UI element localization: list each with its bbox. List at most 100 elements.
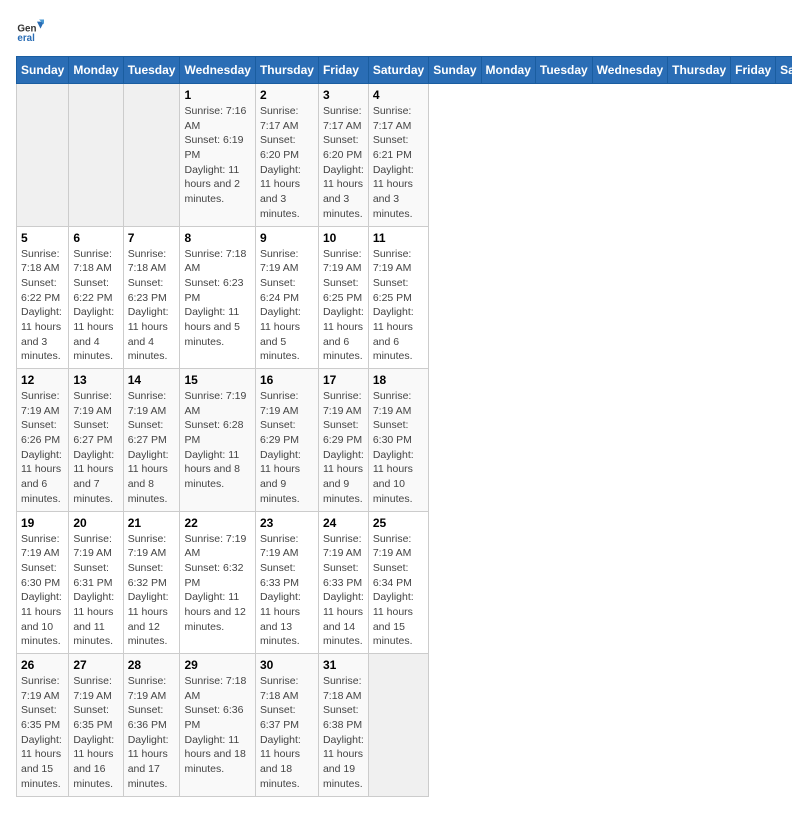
day-cell: 3Sunrise: 7:17 AMSunset: 6:20 PMDaylight… [318,84,368,227]
day-cell: 5 Sunrise: 7:18 AMSunset: 6:22 PMDaylight… [17,226,69,369]
day-info: Sunrise: 7:19 AMSunset: 6:27 PMDaylight:… [73,389,118,507]
day-info: Sunrise: 7:17 AMSunset: 6:21 PMDaylight:… [373,104,424,222]
day-info: Sunrise: 7:19 AMSunset: 6:25 PMDaylight:… [323,247,364,365]
day-cell: 15Sunrise: 7:19 AMSunset: 6:28 PMDayligh… [180,369,255,512]
day-cell: 17 Sunrise: 7:19 AMSunset: 6:29 PMDayligh… [318,369,368,512]
day-info: Sunrise: 7:18 AMSunset: 6:22 PMDaylight:… [73,247,118,365]
logo: Gen eral [16,16,48,44]
day-cell [17,84,69,227]
col-header-tuesday: Tuesday [535,57,592,84]
day-cell: 19Sunrise: 7:19 AMSunset: 6:30 PMDayligh… [17,511,69,654]
day-info: Sunrise: 7:19 AMSunset: 6:36 PMDaylight:… [128,674,176,792]
day-number: 16 [260,373,314,387]
col-header-monday: Monday [481,57,535,84]
day-cell: 1 Sunrise: 7:16 AMSunset: 6:19 PMDaylight… [180,84,255,227]
day-number: 25 [373,516,424,530]
day-cell: 6 Sunrise: 7:18 AMSunset: 6:22 PMDaylight… [69,226,123,369]
day-info: Sunrise: 7:19 AMSunset: 6:24 PMDaylight:… [260,247,314,365]
day-cell: 20 Sunrise: 7:19 AMSunset: 6:31 PMDayligh… [69,511,123,654]
day-number: 29 [184,658,250,672]
week-row-1: 1 Sunrise: 7:16 AMSunset: 6:19 PMDaylight… [17,84,792,227]
day-cell [368,654,428,797]
day-number: 24 [323,516,364,530]
day-cell: 25 Sunrise: 7:19 AMSunset: 6:34 PMDayligh… [368,511,428,654]
day-info: Sunrise: 7:19 AMSunset: 6:35 PMDaylight:… [21,674,64,792]
day-cell [123,84,180,227]
col-header-friday: Friday [731,57,776,84]
day-number: 23 [260,516,314,530]
day-number: 3 [323,88,364,102]
day-number: 31 [323,658,364,672]
day-number: 1 [184,88,250,102]
day-cell: 27 Sunrise: 7:19 AMSunset: 6:35 PMDayligh… [69,654,123,797]
day-info: Sunrise: 7:19 AMSunset: 6:33 PMDaylight:… [323,532,364,650]
day-number: 5 [21,231,64,245]
day-number: 28 [128,658,176,672]
day-cell: 23 Sunrise: 7:19 AMSunset: 6:33 PMDayligh… [255,511,318,654]
day-cell: 24 Sunrise: 7:19 AMSunset: 6:33 PMDayligh… [318,511,368,654]
day-info: Sunrise: 7:19 AMSunset: 6:31 PMDaylight:… [73,532,118,650]
day-number: 2 [260,88,314,102]
day-number: 26 [21,658,64,672]
day-number: 30 [260,658,314,672]
day-info: Sunrise: 7:19 AMSunset: 6:27 PMDaylight:… [128,389,176,507]
week-row-2: 5 Sunrise: 7:18 AMSunset: 6:22 PMDaylight… [17,226,792,369]
day-cell: 22 Sunrise: 7:19 AMSunset: 6:32 PMDayligh… [180,511,255,654]
day-info: Sunrise: 7:16 AMSunset: 6:19 PMDaylight:… [184,104,250,207]
day-info: Sunrise: 7:19 AMSunset: 6:30 PMDaylight:… [373,389,424,507]
day-cell: 4 Sunrise: 7:17 AMSunset: 6:21 PMDaylight… [368,84,428,227]
day-cell: 12Sunrise: 7:19 AMSunset: 6:26 PMDayligh… [17,369,69,512]
day-number: 22 [184,516,250,530]
day-number: 7 [128,231,176,245]
day-info: Sunrise: 7:19 AMSunset: 6:29 PMDaylight:… [260,389,314,507]
day-info: Sunrise: 7:19 AMSunset: 6:33 PMDaylight:… [260,532,314,650]
header-friday: Friday [318,57,368,84]
day-cell: 16 Sunrise: 7:19 AMSunset: 6:29 PMDayligh… [255,369,318,512]
day-number: 19 [21,516,64,530]
day-info: Sunrise: 7:19 AMSunset: 6:32 PMDaylight:… [184,532,250,635]
col-header-wednesday: Wednesday [592,57,667,84]
day-info: Sunrise: 7:17 AMSunset: 6:20 PMDaylight:… [260,104,314,222]
col-header-thursday: Thursday [668,57,731,84]
day-number: 9 [260,231,314,245]
day-number: 27 [73,658,118,672]
day-cell: 14Sunrise: 7:19 AMSunset: 6:27 PMDayligh… [123,369,180,512]
header-monday: Monday [69,57,123,84]
header-sunday: Sunday [17,57,69,84]
day-info: Sunrise: 7:19 AMSunset: 6:29 PMDaylight:… [323,389,364,507]
week-row-4: 19Sunrise: 7:19 AMSunset: 6:30 PMDayligh… [17,511,792,654]
day-info: Sunrise: 7:18 AMSunset: 6:37 PMDaylight:… [260,674,314,792]
day-info: Sunrise: 7:19 AMSunset: 6:25 PMDaylight:… [373,247,424,365]
week-row-5: 26 Sunrise: 7:19 AMSunset: 6:35 PMDayligh… [17,654,792,797]
header-wednesday: Wednesday [180,57,255,84]
day-number: 4 [373,88,424,102]
day-cell: 11 Sunrise: 7:19 AMSunset: 6:25 PMDayligh… [368,226,428,369]
day-cell: 2 Sunrise: 7:17 AMSunset: 6:20 PMDaylight… [255,84,318,227]
day-number: 6 [73,231,118,245]
day-number: 20 [73,516,118,530]
header-thursday: Thursday [255,57,318,84]
day-number: 8 [184,231,250,245]
day-info: Sunrise: 7:19 AMSunset: 6:26 PMDaylight:… [21,389,64,507]
day-cell: 10Sunrise: 7:19 AMSunset: 6:25 PMDayligh… [318,226,368,369]
day-info: Sunrise: 7:18 AMSunset: 6:22 PMDaylight:… [21,247,64,365]
day-info: Sunrise: 7:18 AMSunset: 6:23 PMDaylight:… [184,247,250,350]
day-info: Sunrise: 7:19 AMSunset: 6:35 PMDaylight:… [73,674,118,792]
svg-text:eral: eral [17,33,35,44]
day-cell: 9 Sunrise: 7:19 AMSunset: 6:24 PMDaylight… [255,226,318,369]
day-cell: 26 Sunrise: 7:19 AMSunset: 6:35 PMDayligh… [17,654,69,797]
day-cell: 7 Sunrise: 7:18 AMSunset: 6:23 PMDaylight… [123,226,180,369]
day-cell: 13 Sunrise: 7:19 AMSunset: 6:27 PMDayligh… [69,369,123,512]
day-info: Sunrise: 7:18 AMSunset: 6:23 PMDaylight:… [128,247,176,365]
day-number: 13 [73,373,118,387]
day-info: Sunrise: 7:19 AMSunset: 6:34 PMDaylight:… [373,532,424,650]
page-header: Gen eral [16,16,776,44]
day-number: 17 [323,373,364,387]
day-number: 21 [128,516,176,530]
day-cell [69,84,123,227]
day-cell: 28 Sunrise: 7:19 AMSunset: 6:36 PMDayligh… [123,654,180,797]
week-row-3: 12Sunrise: 7:19 AMSunset: 6:26 PMDayligh… [17,369,792,512]
day-info: Sunrise: 7:19 AMSunset: 6:32 PMDaylight:… [128,532,176,650]
day-number: 11 [373,231,424,245]
day-cell: 8 Sunrise: 7:18 AMSunset: 6:23 PMDaylight… [180,226,255,369]
